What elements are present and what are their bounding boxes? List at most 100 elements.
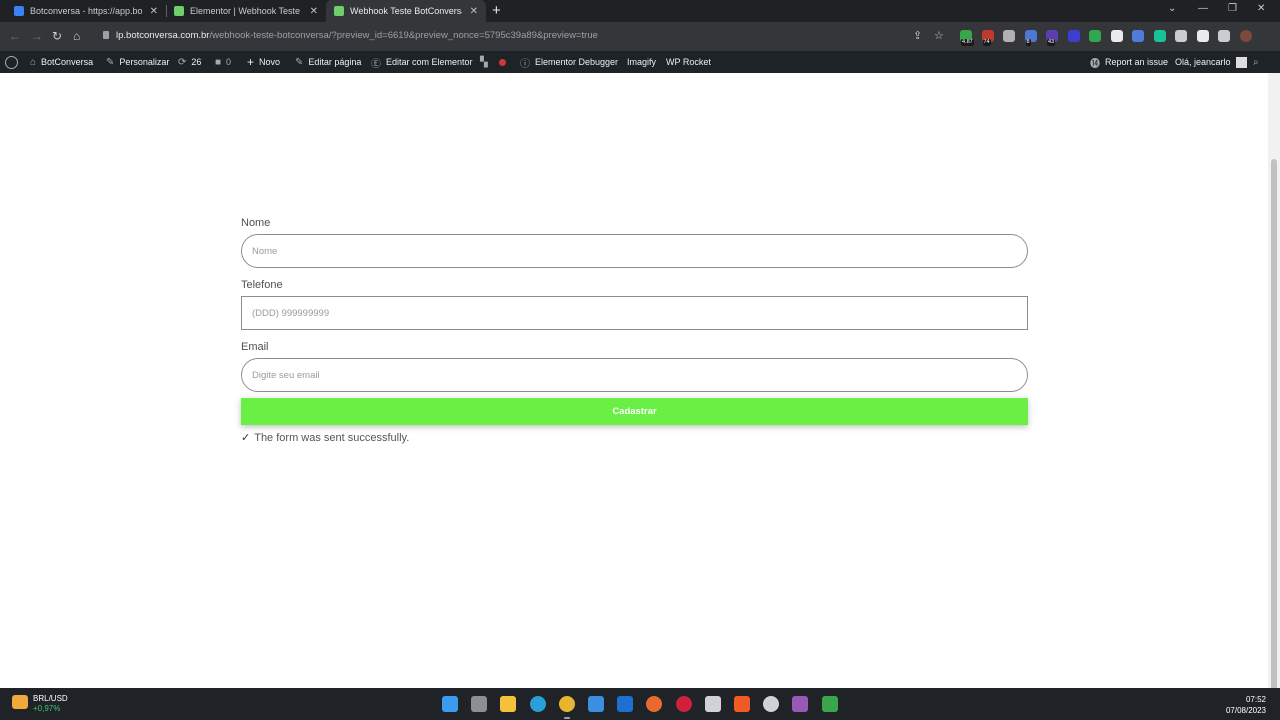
- edit-elementor-link[interactable]: Ⓔ Editar com Elementor: [371, 51, 473, 73]
- phone-placeholder: (DDD) 999999999: [252, 307, 330, 319]
- user-account-menu[interactable]: Olá, jeancarlo: [1175, 51, 1247, 73]
- puzzle-icon[interactable]: [1175, 30, 1187, 42]
- new-tab-button[interactable]: +: [492, 2, 501, 20]
- plus-icon: +: [247, 55, 255, 69]
- bookmark-star-icon[interactable]: ☆: [934, 29, 944, 43]
- phone-field[interactable]: (DDD) 999999999: [241, 296, 1028, 330]
- wp-rocket-menu[interactable]: WP Rocket: [666, 51, 711, 73]
- trello-icon[interactable]: [617, 696, 634, 712]
- yoast-menu[interactable]: ▚: [480, 51, 493, 73]
- colorful-app-icon[interactable]: [792, 696, 809, 712]
- page-scrollbar[interactable]: [1268, 73, 1280, 720]
- extension-icon[interactable]: [1153, 30, 1166, 42]
- customize-link[interactable]: ✎ Personalizar: [106, 51, 169, 73]
- elementor-debugger-label: Elementor Debugger: [535, 57, 619, 67]
- extension-icon[interactable]: [1003, 30, 1015, 42]
- site-name: BotConversa: [41, 57, 94, 67]
- admin-search[interactable]: ⌕: [1253, 51, 1264, 73]
- restore-icon[interactable]: ❐: [1228, 3, 1237, 14]
- success-message: ✓ The form was sent successfully.: [241, 431, 409, 445]
- customize-label: Personalizar: [119, 57, 170, 67]
- vpn-icon[interactable]: [704, 696, 721, 712]
- browser-tab[interactable]: Elementor | Webhook Teste BotC ✕: [166, 0, 326, 22]
- report-issue-label: Report an issue: [1105, 57, 1169, 67]
- ticker-name: BRL/USD: [33, 694, 68, 703]
- imagify-label: Imagify: [627, 57, 657, 67]
- file-explorer-icon[interactable]: [500, 696, 517, 712]
- email-label: Email: [241, 341, 269, 353]
- tab-close-icon[interactable]: ✕: [470, 6, 478, 17]
- ticker-widget[interactable]: BRL/USD +0,97%: [33, 694, 68, 714]
- weather-widget-icon[interactable]: [12, 695, 28, 709]
- chrome-icon[interactable]: [558, 696, 575, 712]
- edit-elementor-label: Editar com Elementor: [386, 57, 473, 67]
- yoast-icon: ▚: [480, 56, 488, 68]
- extension-icon[interactable]: [1089, 30, 1101, 42]
- pencil-icon: ✎: [295, 56, 304, 68]
- windows-taskbar: BRL/USD +0,97% 07:52 07/08/2023: [0, 688, 1280, 720]
- active-app-indicator: [563, 717, 570, 719]
- wordpress-icon: [5, 55, 18, 69]
- report-issue-link[interactable]: ⓮ Report an issue: [1090, 51, 1168, 73]
- firefox-icon[interactable]: [646, 696, 663, 712]
- store-icon[interactable]: [588, 696, 604, 712]
- task-view-icon[interactable]: [471, 696, 488, 712]
- browser-tab-active[interactable]: Webhook Teste BotConversa - Bo ✕: [326, 0, 486, 22]
- imagify-menu[interactable]: Imagify: [627, 51, 656, 73]
- lock-icon[interactable]: [103, 31, 109, 39]
- updates-link[interactable]: ⟳ 26: [178, 51, 201, 73]
- status-indicator[interactable]: [499, 51, 506, 73]
- comments-link[interactable]: ■ 0: [215, 51, 231, 73]
- extension-icon[interactable]: [1132, 30, 1144, 42]
- google-icon[interactable]: [1196, 30, 1209, 42]
- tab-search-icon[interactable]: ⌄: [1168, 3, 1176, 14]
- name-label: Nome: [241, 217, 271, 229]
- profile-avatar-icon[interactable]: [1239, 30, 1252, 42]
- extension-icon[interactable]: [1067, 30, 1080, 42]
- start-icon[interactable]: [442, 696, 458, 712]
- elementor-icon: Ⓔ: [371, 58, 381, 70]
- extension-badge: 8: [1025, 39, 1031, 46]
- name-field[interactable]: Nome: [241, 234, 1028, 268]
- tab-close-icon[interactable]: ✕: [310, 6, 318, 17]
- postman-icon[interactable]: [734, 696, 750, 712]
- browser-tab[interactable]: Botconversa - https://app.botcon ✕: [6, 0, 166, 22]
- home-icon: ⌂: [30, 56, 37, 68]
- tab-favicon-icon: [14, 6, 24, 16]
- browser-toolbar: ← → ↻ ⌂ lp.botconversa.com.br/webhook-te…: [0, 22, 1280, 51]
- system-clock[interactable]: 07:52 07/08/2023: [1226, 694, 1266, 716]
- extension-badge: 4.87: [961, 39, 974, 46]
- opera-icon[interactable]: [675, 696, 692, 712]
- edit-page-label: Editar página: [308, 57, 362, 67]
- sidepanel-icon[interactable]: [1218, 30, 1230, 42]
- email-field[interactable]: Digite seu email: [241, 358, 1028, 392]
- new-content-menu[interactable]: + Novo: [247, 51, 280, 73]
- elementor-debugger-menu[interactable]: ⓘ Elementor Debugger: [520, 51, 618, 73]
- edit-page-link[interactable]: ✎ Editar página: [295, 51, 361, 73]
- scrollbar-thumb[interactable]: [1271, 159, 1277, 720]
- github-icon[interactable]: [763, 696, 780, 712]
- forward-icon[interactable]: →: [31, 29, 43, 43]
- ticker-change: +0,97%: [33, 704, 61, 713]
- minimize-icon[interactable]: —: [1198, 3, 1208, 14]
- check-icon: ✓: [241, 432, 251, 444]
- name-placeholder: Nome: [252, 245, 278, 257]
- brush-icon: ✎: [106, 56, 115, 68]
- reload-icon[interactable]: ↻: [52, 29, 62, 43]
- extension-icon[interactable]: [1110, 30, 1123, 42]
- back-icon[interactable]: ←: [9, 29, 21, 43]
- tab-title: Botconversa - https://app.botcon: [30, 6, 142, 16]
- site-name-menu[interactable]: ⌂ BotConversa: [30, 51, 93, 73]
- address-bar[interactable]: lp.botconversa.com.br/webhook-teste-botc…: [116, 30, 598, 41]
- edge-icon[interactable]: [529, 696, 546, 712]
- share-icon[interactable]: ⇪: [913, 29, 922, 43]
- cadastrar-button[interactable]: Cadastrar: [241, 398, 1028, 425]
- phone-label: Telefone: [241, 279, 283, 291]
- tab-close-icon[interactable]: ✕: [150, 6, 158, 17]
- comments-count: 0: [226, 57, 232, 67]
- green-app-icon[interactable]: [821, 696, 838, 712]
- home-icon[interactable]: ⌂: [73, 29, 80, 43]
- search-icon: ⌕: [1253, 56, 1259, 68]
- wp-logo-menu[interactable]: [5, 51, 18, 73]
- close-window-icon[interactable]: ✕: [1257, 3, 1265, 14]
